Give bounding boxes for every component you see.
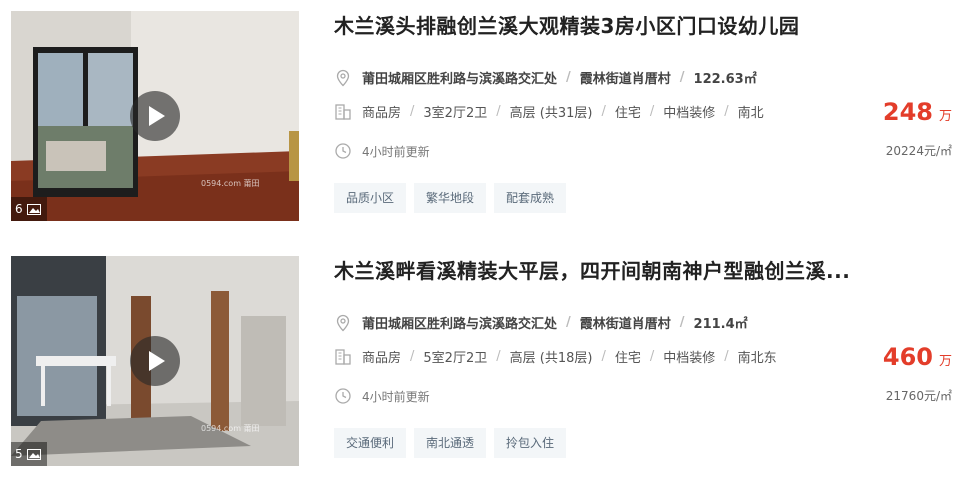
unit-price: 21760元/㎡ <box>885 389 952 403</box>
separator: / <box>679 70 685 85</box>
location-pin-icon <box>336 314 350 331</box>
update-row: 4小时前更新 <box>334 142 430 160</box>
feature-tag: 配套成熟 <box>494 183 567 213</box>
separator: / <box>410 104 415 119</box>
price-value: 248 <box>882 98 933 126</box>
separator: / <box>724 104 729 119</box>
photo-watermark: 0594.com 莆田 <box>201 179 260 188</box>
listing-card[interactable]: 0594.com 莆田 5 木兰溪畔看溪精装大平层，四开间朝南神户型融创兰溪..… <box>0 245 979 475</box>
separator: / <box>679 315 685 330</box>
spec-decoration: 中档装修 <box>663 106 716 121</box>
feature-tag: 繁华地段 <box>414 183 487 213</box>
total-price: 248 万 <box>883 98 952 126</box>
spec-floor: 高层 (共18层) <box>509 351 593 366</box>
feature-tag: 交通便利 <box>334 428 407 458</box>
building-icon <box>335 348 351 365</box>
photo-count-number: 5 <box>15 447 23 461</box>
photo-watermark: 0594.com 莆田 <box>201 424 260 433</box>
address-row: 莆田城厢区胜利路与滨溪路交汇处 / 霞林街道肖厝村 / 211.4㎡ <box>334 313 748 332</box>
spec-decoration: 中档装修 <box>663 351 716 366</box>
total-price: 460 万 <box>883 343 952 371</box>
photo-count[interactable]: 5 <box>11 442 47 466</box>
spec-type: 商品房 <box>362 106 402 121</box>
separator: / <box>649 104 655 119</box>
separator: / <box>410 349 415 364</box>
location-pin-icon <box>336 69 350 86</box>
play-video-button[interactable] <box>130 336 180 386</box>
photo-count[interactable]: 6 <box>11 197 47 221</box>
spec-rooms: 5室2厅2卫 <box>423 351 488 366</box>
price-value: 460 <box>882 343 933 371</box>
floor-area: 122.63㎡ <box>693 72 757 87</box>
area-name[interactable]: 霞林街道肖厝村 <box>580 68 671 87</box>
tag-list: 交通便利 南北通透 拎包入住 <box>334 428 567 458</box>
image-icon <box>26 448 41 460</box>
play-video-button[interactable] <box>130 91 180 141</box>
update-time: 4小时前更新 <box>362 144 430 159</box>
feature-tag: 品质小区 <box>334 183 407 213</box>
separator: / <box>496 349 501 364</box>
update-row: 4小时前更新 <box>334 387 430 405</box>
update-time: 4小时前更新 <box>362 389 430 404</box>
spec-orientation: 南北东 <box>737 351 777 366</box>
spec-floor: 高层 (共31层) <box>509 106 593 121</box>
address-text[interactable]: 莆田城厢区胜利路与滨溪路交汇处 <box>362 68 557 87</box>
separator: / <box>566 315 571 330</box>
address-row: 莆田城厢区胜利路与滨溪路交汇处 / 霞林街道肖厝村 / 122.63㎡ <box>334 68 757 87</box>
separator: / <box>724 349 729 364</box>
clock-icon <box>335 388 351 404</box>
spec-orientation: 南北 <box>737 106 764 121</box>
separator: / <box>601 104 606 119</box>
spec-usage: 住宅 <box>614 351 641 366</box>
listing-title[interactable]: 木兰溪头排融创兰溪大观精装3房小区门口设幼儿园 <box>334 10 894 39</box>
listing-title[interactable]: 木兰溪畔看溪精装大平层，四开间朝南神户型融创兰溪... <box>334 255 894 284</box>
photo-count-number: 6 <box>15 202 23 216</box>
spec-usage: 住宅 <box>614 106 641 121</box>
listing-photo[interactable]: 0594.com 莆田 6 <box>11 11 299 221</box>
separator: / <box>496 104 501 119</box>
price-unit: 万 <box>938 109 952 124</box>
price-unit: 万 <box>938 354 952 369</box>
separator: / <box>601 349 606 364</box>
listing-photo[interactable]: 0594.com 莆田 5 <box>11 256 299 466</box>
unit-price: 20224元/㎡ <box>885 144 952 158</box>
spec-row: 商品房 / 5室2厅2卫 / 高层 (共18层) / 住宅 / 中档装修 / 南… <box>334 347 777 366</box>
listing-card[interactable]: 0594.com 莆田 6 木兰溪头排融创兰溪大观精装3房小区门口设幼儿园 莆田… <box>0 0 979 230</box>
area-name[interactable]: 霞林街道肖厝村 <box>580 313 671 332</box>
building-icon <box>335 103 351 120</box>
clock-icon <box>335 143 351 159</box>
separator: / <box>566 70 571 85</box>
tag-list: 品质小区 繁华地段 配套成熟 <box>334 183 567 213</box>
feature-tag: 南北通透 <box>414 428 487 458</box>
image-icon <box>26 203 41 215</box>
spec-type: 商品房 <box>362 351 402 366</box>
separator: / <box>649 349 655 364</box>
spec-row: 商品房 / 3室2厅2卫 / 高层 (共31层) / 住宅 / 中档装修 / 南… <box>334 102 764 121</box>
address-text[interactable]: 莆田城厢区胜利路与滨溪路交汇处 <box>362 313 557 332</box>
floor-area: 211.4㎡ <box>693 317 748 332</box>
spec-rooms: 3室2厅2卫 <box>423 106 488 121</box>
feature-tag: 拎包入住 <box>494 428 567 458</box>
